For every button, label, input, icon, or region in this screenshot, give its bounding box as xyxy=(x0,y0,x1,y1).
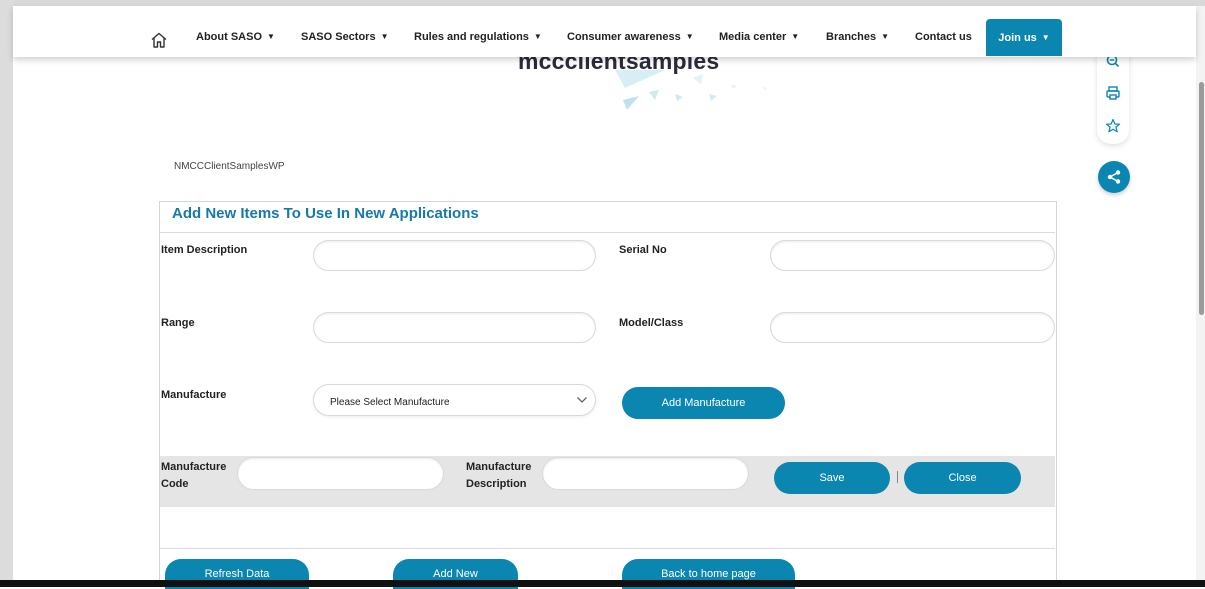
caret-down-icon: ▼ xyxy=(791,32,800,41)
print-icon[interactable] xyxy=(1105,85,1121,101)
manufacture-code-label: Manufacture Code xyxy=(161,461,227,490)
manufacture-select-value: Please Select Manufacture xyxy=(330,397,450,408)
save-button[interactable]: Save xyxy=(774,462,890,494)
chevron-down-icon xyxy=(577,397,587,403)
nav-item-saso-sectors[interactable]: SASO Sectors ▼ xyxy=(301,31,389,43)
serial-no-input[interactable] xyxy=(770,240,1055,271)
nav-item-rules-regulations[interactable]: Rules and regulations ▼ xyxy=(414,31,542,43)
item-description-label: Item Description xyxy=(161,244,248,256)
star-icon[interactable] xyxy=(1105,118,1121,134)
close-button[interactable]: Close xyxy=(904,462,1021,494)
title-divider xyxy=(160,232,1055,233)
serial-no-label: Serial No xyxy=(619,244,667,256)
panel-title: Add New Items To Use In New Applications xyxy=(172,205,479,222)
nav-item-media-center[interactable]: Media center ▼ xyxy=(719,31,799,43)
join-us-button[interactable]: Join us ▼ xyxy=(986,19,1062,56)
nav-item-about-saso[interactable]: About SASO ▼ xyxy=(196,31,275,43)
range-input[interactable] xyxy=(313,312,596,343)
manufacture-select[interactable]: Please Select Manufacture xyxy=(313,384,596,416)
item-description-input[interactable] xyxy=(313,240,596,271)
share-button[interactable] xyxy=(1098,161,1130,193)
manufacture-description-label: Manufacture Description xyxy=(466,461,532,490)
range-label: Range xyxy=(161,317,195,329)
manufacture-code-input[interactable] xyxy=(237,457,444,490)
manufacture-description-input[interactable] xyxy=(542,457,749,490)
scrollbar-thumb[interactable] xyxy=(1199,82,1204,315)
add-manufacture-button[interactable]: Add Manufacture xyxy=(622,387,785,419)
window-left-edge xyxy=(0,0,13,587)
footer-divider xyxy=(160,548,1055,549)
nav-item-consumer-awareness[interactable]: Consumer awareness ▼ xyxy=(567,31,694,43)
nav-item-contact-us[interactable]: Contact us xyxy=(915,31,972,43)
caret-down-icon: ▼ xyxy=(1041,33,1050,42)
share-icon xyxy=(1107,170,1121,184)
caret-down-icon: ▼ xyxy=(380,32,389,41)
caret-down-icon: ▼ xyxy=(881,32,890,41)
decorative-triangles xyxy=(615,70,767,110)
manufacture-label: Manufacture xyxy=(161,389,227,401)
caret-down-icon: ▼ xyxy=(267,32,275,41)
nav-item-branches[interactable]: Branches ▼ xyxy=(826,31,889,43)
side-tools xyxy=(1097,50,1129,144)
home-icon[interactable] xyxy=(150,31,168,49)
bottom-bar xyxy=(0,580,1205,587)
model-class-label: Model/Class xyxy=(619,317,684,329)
caret-down-icon: ▼ xyxy=(533,32,542,41)
breadcrumb[interactable]: NMCCClientSamplesWP xyxy=(174,161,285,172)
caret-down-icon: ▼ xyxy=(685,32,694,41)
model-class-input[interactable] xyxy=(770,312,1055,343)
button-separator xyxy=(897,471,898,483)
